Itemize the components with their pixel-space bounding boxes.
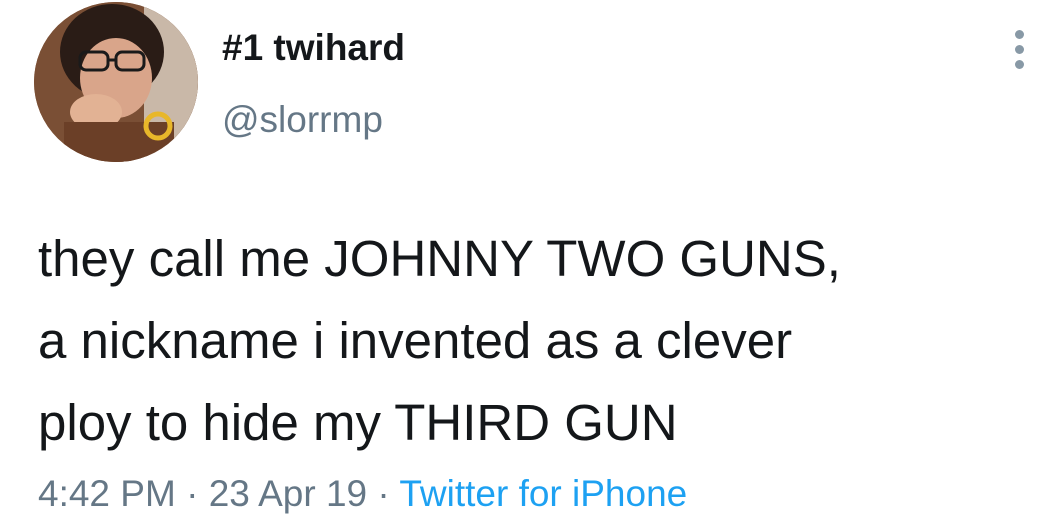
- tweet-text-line: they call me JOHNNY TWO GUNS,: [38, 230, 841, 287]
- tweet-text: they call me JOHNNY TWO GUNS, a nickname…: [38, 218, 1038, 464]
- more-options-button[interactable]: [1000, 24, 1040, 74]
- separator: ·: [377, 473, 390, 514]
- avatar[interactable]: [34, 2, 198, 162]
- user-handle[interactable]: @slorrmp: [222, 98, 383, 142]
- tweet-meta: 4:42 PM · 23 Apr 19 · Twitter for iPhone: [38, 472, 687, 516]
- tweet-card: #1 twihard @slorrmp they call me JOHNNY …: [0, 0, 1048, 517]
- tweet-source-link[interactable]: Twitter for iPhone: [399, 473, 687, 514]
- separator: ·: [186, 473, 199, 514]
- user-avatar-photo: [34, 2, 198, 162]
- tweet-time[interactable]: 4:42 PM: [38, 473, 176, 514]
- tweet-text-line: a nickname i invented as a clever: [38, 312, 793, 369]
- display-name[interactable]: #1 twihard: [222, 26, 405, 70]
- tweet-date[interactable]: 23 Apr 19: [209, 473, 367, 514]
- tweet-text-line: ploy to hide my THIRD GUN: [38, 394, 678, 451]
